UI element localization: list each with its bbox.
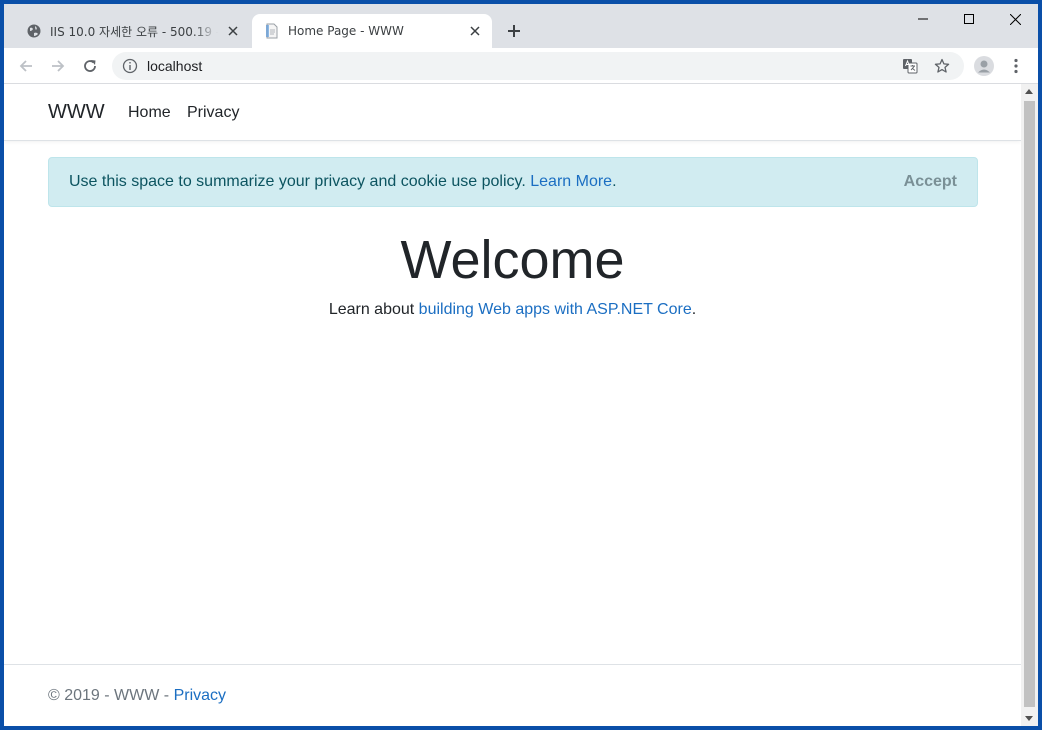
aspnet-docs-link[interactable]: building Web apps with ASP.NET Core xyxy=(419,301,692,318)
info-icon[interactable] xyxy=(122,58,138,74)
close-tab-icon[interactable] xyxy=(466,22,484,40)
bookmark-star-icon[interactable] xyxy=(932,56,952,76)
tab-home-page[interactable]: Home Page - WWW xyxy=(252,14,492,48)
back-button[interactable] xyxy=(14,54,38,78)
maximize-button[interactable] xyxy=(946,4,992,34)
footer-privacy-link[interactable]: Privacy xyxy=(174,687,226,704)
cookie-consent-banner: Use this space to summarize your privacy… xyxy=(48,157,978,207)
vertical-scrollbar[interactable] xyxy=(1021,84,1038,726)
browser-window: IIS 10.0 자세한 오류 - 500.19 - Internal Serv… xyxy=(4,4,1038,726)
page-title: Welcome xyxy=(400,230,625,290)
globe-icon xyxy=(26,23,42,39)
reload-button[interactable] xyxy=(78,54,102,78)
site-brand[interactable]: WWW xyxy=(48,101,105,124)
tab-title: Home Page - WWW xyxy=(288,24,404,38)
cookie-message: Use this space to summarize your privacy… xyxy=(69,173,617,190)
close-tab-icon[interactable] xyxy=(224,22,242,40)
menu-kebab-icon[interactable] xyxy=(1004,54,1028,78)
nav-privacy[interactable]: Privacy xyxy=(187,104,239,122)
scrollbar-thumb[interactable] xyxy=(1024,101,1035,707)
scroll-up-arrow-icon[interactable] xyxy=(1025,89,1033,94)
nav-home[interactable]: Home xyxy=(128,104,171,122)
site-footer: © 2019 - WWW - Privacy xyxy=(4,664,1021,726)
learn-more-link[interactable]: Learn More xyxy=(530,173,612,190)
new-tab-button[interactable] xyxy=(502,19,526,43)
page-viewport: WWW Home Privacy Use this space to summa… xyxy=(4,84,1038,726)
document-icon xyxy=(264,23,280,39)
close-window-button[interactable] xyxy=(992,4,1038,34)
site-navbar: WWW Home Privacy xyxy=(4,84,1021,141)
learn-about-text: Learn about building Web apps with ASP.N… xyxy=(328,301,697,318)
address-bar[interactable]: localhost xyxy=(112,52,964,80)
accept-button[interactable]: Accept xyxy=(904,173,957,191)
tab-title: IIS 10.0 자세한 오류 - 500.19 - Internal Serv… xyxy=(50,24,218,39)
profile-avatar-icon[interactable] xyxy=(972,54,996,78)
translate-icon[interactable] xyxy=(900,56,920,76)
tab-iis-error[interactable]: IIS 10.0 자세한 오류 - 500.19 - Internal Serv… xyxy=(14,14,250,48)
footer-text: © 2019 - WWW - Privacy xyxy=(48,687,227,704)
minimize-button[interactable] xyxy=(900,4,946,34)
scroll-down-arrow-icon[interactable] xyxy=(1025,716,1033,721)
browser-toolbar: localhost xyxy=(4,48,1038,84)
url-text[interactable]: localhost xyxy=(147,58,202,74)
tab-strip: IIS 10.0 자세한 오류 - 500.19 - Internal Serv… xyxy=(4,4,1038,48)
forward-button[interactable] xyxy=(46,54,70,78)
